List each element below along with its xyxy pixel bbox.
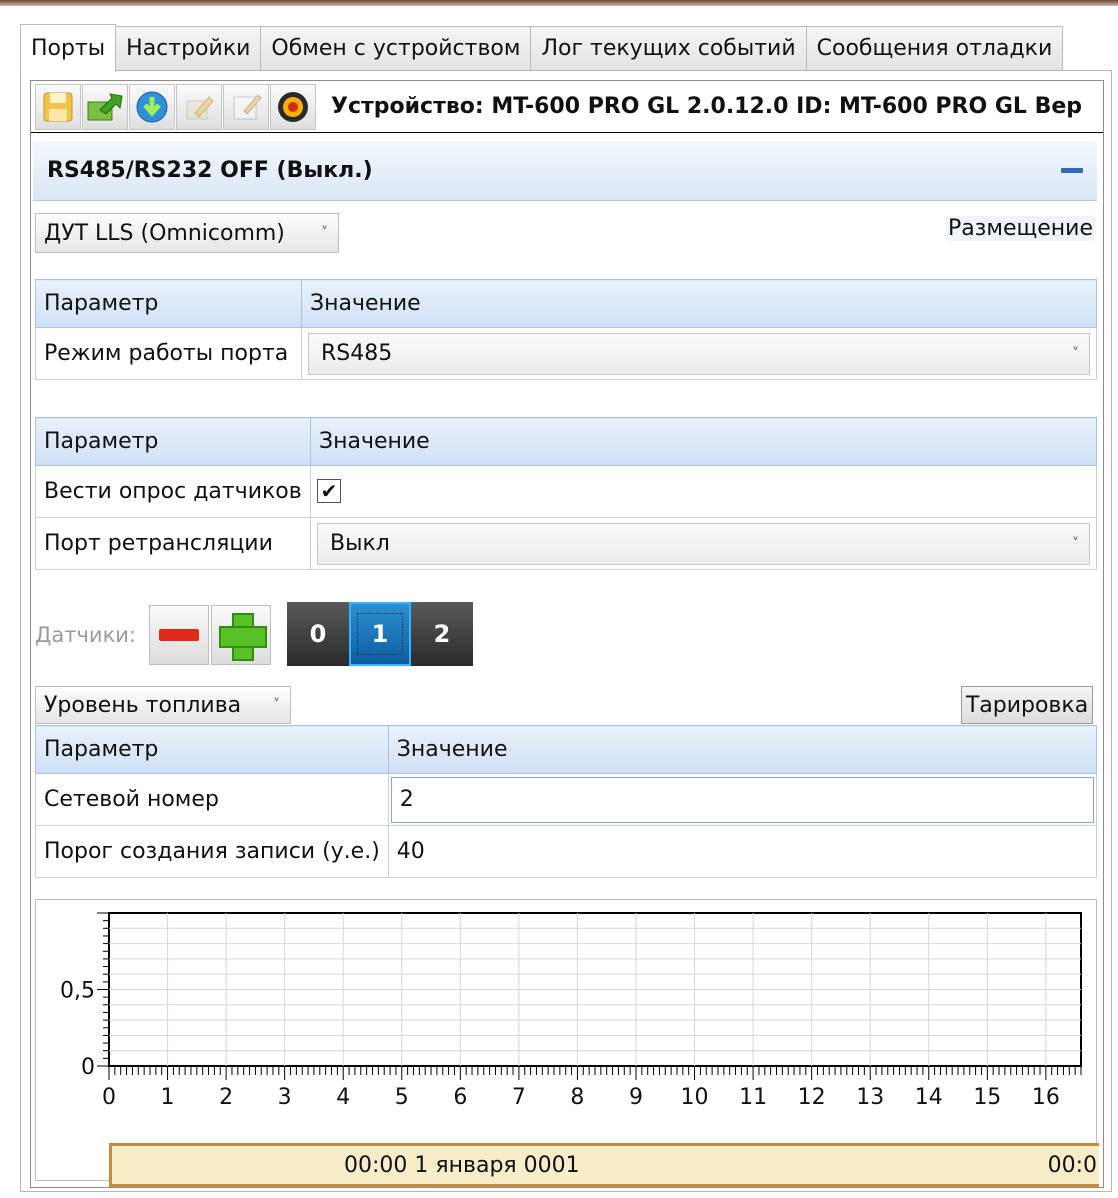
relay-port-select[interactable]: Выкл ˅	[317, 522, 1090, 565]
sensor-type-value: ДУТ LLS (Omnicomm)	[44, 220, 285, 246]
port-mode-value: RS485	[321, 341, 393, 366]
param-relay-port: Порт ретрансляции	[35, 517, 311, 570]
chevron-down-icon: ˅	[273, 697, 280, 713]
chart-area	[35, 899, 1097, 1181]
pencil-icon	[186, 95, 214, 119]
chevron-down-icon: ˅	[1072, 345, 1079, 362]
tab-ports[interactable]: Порты	[20, 24, 117, 72]
timeline-start-label: 00:00 1 января 0001	[344, 1153, 580, 1178]
plus-icon	[219, 613, 267, 661]
sensor-tab-0[interactable]: 0	[287, 602, 349, 666]
port-mode-grid: Параметр Значение Режим работы порта RS4…	[35, 279, 1097, 380]
edit-button[interactable]	[176, 83, 222, 130]
measure-type-select[interactable]: Уровень топлива ˅	[35, 686, 291, 724]
column-header-value: Значение	[387, 725, 1098, 774]
column-header-value: Значение	[301, 279, 1097, 328]
chevron-down-icon: ˅	[1072, 535, 1079, 552]
save-icon	[43, 92, 73, 121]
collapse-icon[interactable]	[1061, 168, 1083, 173]
tab-device-exchange[interactable]: Обмен с устройством	[260, 26, 532, 70]
download-button[interactable]	[129, 83, 175, 130]
column-header-value: Значение	[310, 417, 1097, 466]
param-network-number: Сетевой номер	[35, 773, 389, 826]
sensors-label: Датчики:	[35, 623, 136, 647]
sensor-tab-1[interactable]: 1	[349, 602, 411, 666]
export-button[interactable]	[82, 83, 128, 130]
column-header-param: Параметр	[35, 725, 389, 774]
sensor-tab-2[interactable]: 2	[411, 602, 473, 666]
save-button[interactable]	[35, 83, 81, 130]
table-row: Порт ретрансляции Выкл ˅	[35, 517, 1097, 570]
table-row: Порог создания записи (у.е.) 40	[35, 825, 1098, 878]
chevron-down-icon: ˅	[321, 225, 328, 241]
polling-grid: Параметр Значение Вести опрос датчиков ✔…	[35, 417, 1097, 570]
sensor-params-grid: Параметр Значение Сетевой номер 2 Порог …	[35, 725, 1098, 878]
record-icon	[278, 91, 308, 122]
column-header-param: Параметр	[35, 279, 302, 328]
notes-button[interactable]	[223, 83, 269, 130]
export-icon	[87, 92, 123, 120]
record-threshold-input[interactable]: 40	[387, 825, 1098, 878]
placement-label[interactable]: Размещение	[945, 216, 1095, 241]
main-tabs: Порты Настройки Обмен с устройством Лог …	[20, 24, 1064, 72]
table-row: Сетевой номер 2	[35, 773, 1098, 826]
calibration-button[interactable]: Тарировка	[961, 686, 1093, 724]
param-poll-sensors: Вести опрос датчиков	[35, 465, 311, 518]
port-mode-select[interactable]: RS485 ˅	[308, 332, 1090, 375]
tab-debug-messages[interactable]: Сообщения отладки	[805, 26, 1064, 70]
download-icon	[136, 91, 168, 122]
measure-type-value: Уровень топлива	[44, 692, 242, 718]
device-info: Устройство: MT-600 PRO GL 2.0.12.0 ID: M…	[331, 94, 1083, 119]
poll-sensors-checkbox[interactable]: ✔	[317, 479, 341, 503]
minus-icon	[159, 629, 199, 641]
param-record-threshold: Порог создания записи (у.е.)	[35, 825, 389, 878]
add-sensor-button[interactable]	[211, 605, 271, 665]
timeline-scrollbar[interactable]: 00:00 1 января 0001 00:0	[109, 1143, 1099, 1187]
toolbar: Устройство: MT-600 PRO GL 2.0.12.0 ID: M…	[31, 81, 1103, 133]
section-title: RS485/RS232 OFF (Выкл.)	[47, 158, 373, 183]
table-row: Вести опрос датчиков ✔	[35, 465, 1097, 518]
tab-event-log[interactable]: Лог текущих событий	[530, 26, 807, 70]
sensor-type-select[interactable]: ДУТ LLS (Omnicomm) ˅	[35, 213, 339, 253]
network-number-input[interactable]: 2	[390, 776, 1094, 823]
ports-panel: Устройство: MT-600 PRO GL 2.0.12.0 ID: M…	[30, 80, 1104, 1188]
record-button[interactable]	[270, 83, 316, 130]
param-port-mode: Режим работы порта	[35, 327, 302, 380]
notepad-icon	[233, 93, 262, 119]
table-row: Режим работы порта RS485 ˅	[35, 327, 1097, 380]
tab-settings[interactable]: Настройки	[115, 26, 262, 70]
column-header-param: Параметр	[35, 417, 311, 466]
remove-sensor-button[interactable]	[149, 605, 209, 665]
window-top-edge	[0, 0, 1118, 6]
timeline-end-label: 00:0	[1047, 1153, 1097, 1178]
relay-port-value: Выкл	[330, 531, 390, 556]
rs485-section-header[interactable]: RS485/RS232 OFF (Выкл.)	[33, 141, 1097, 201]
